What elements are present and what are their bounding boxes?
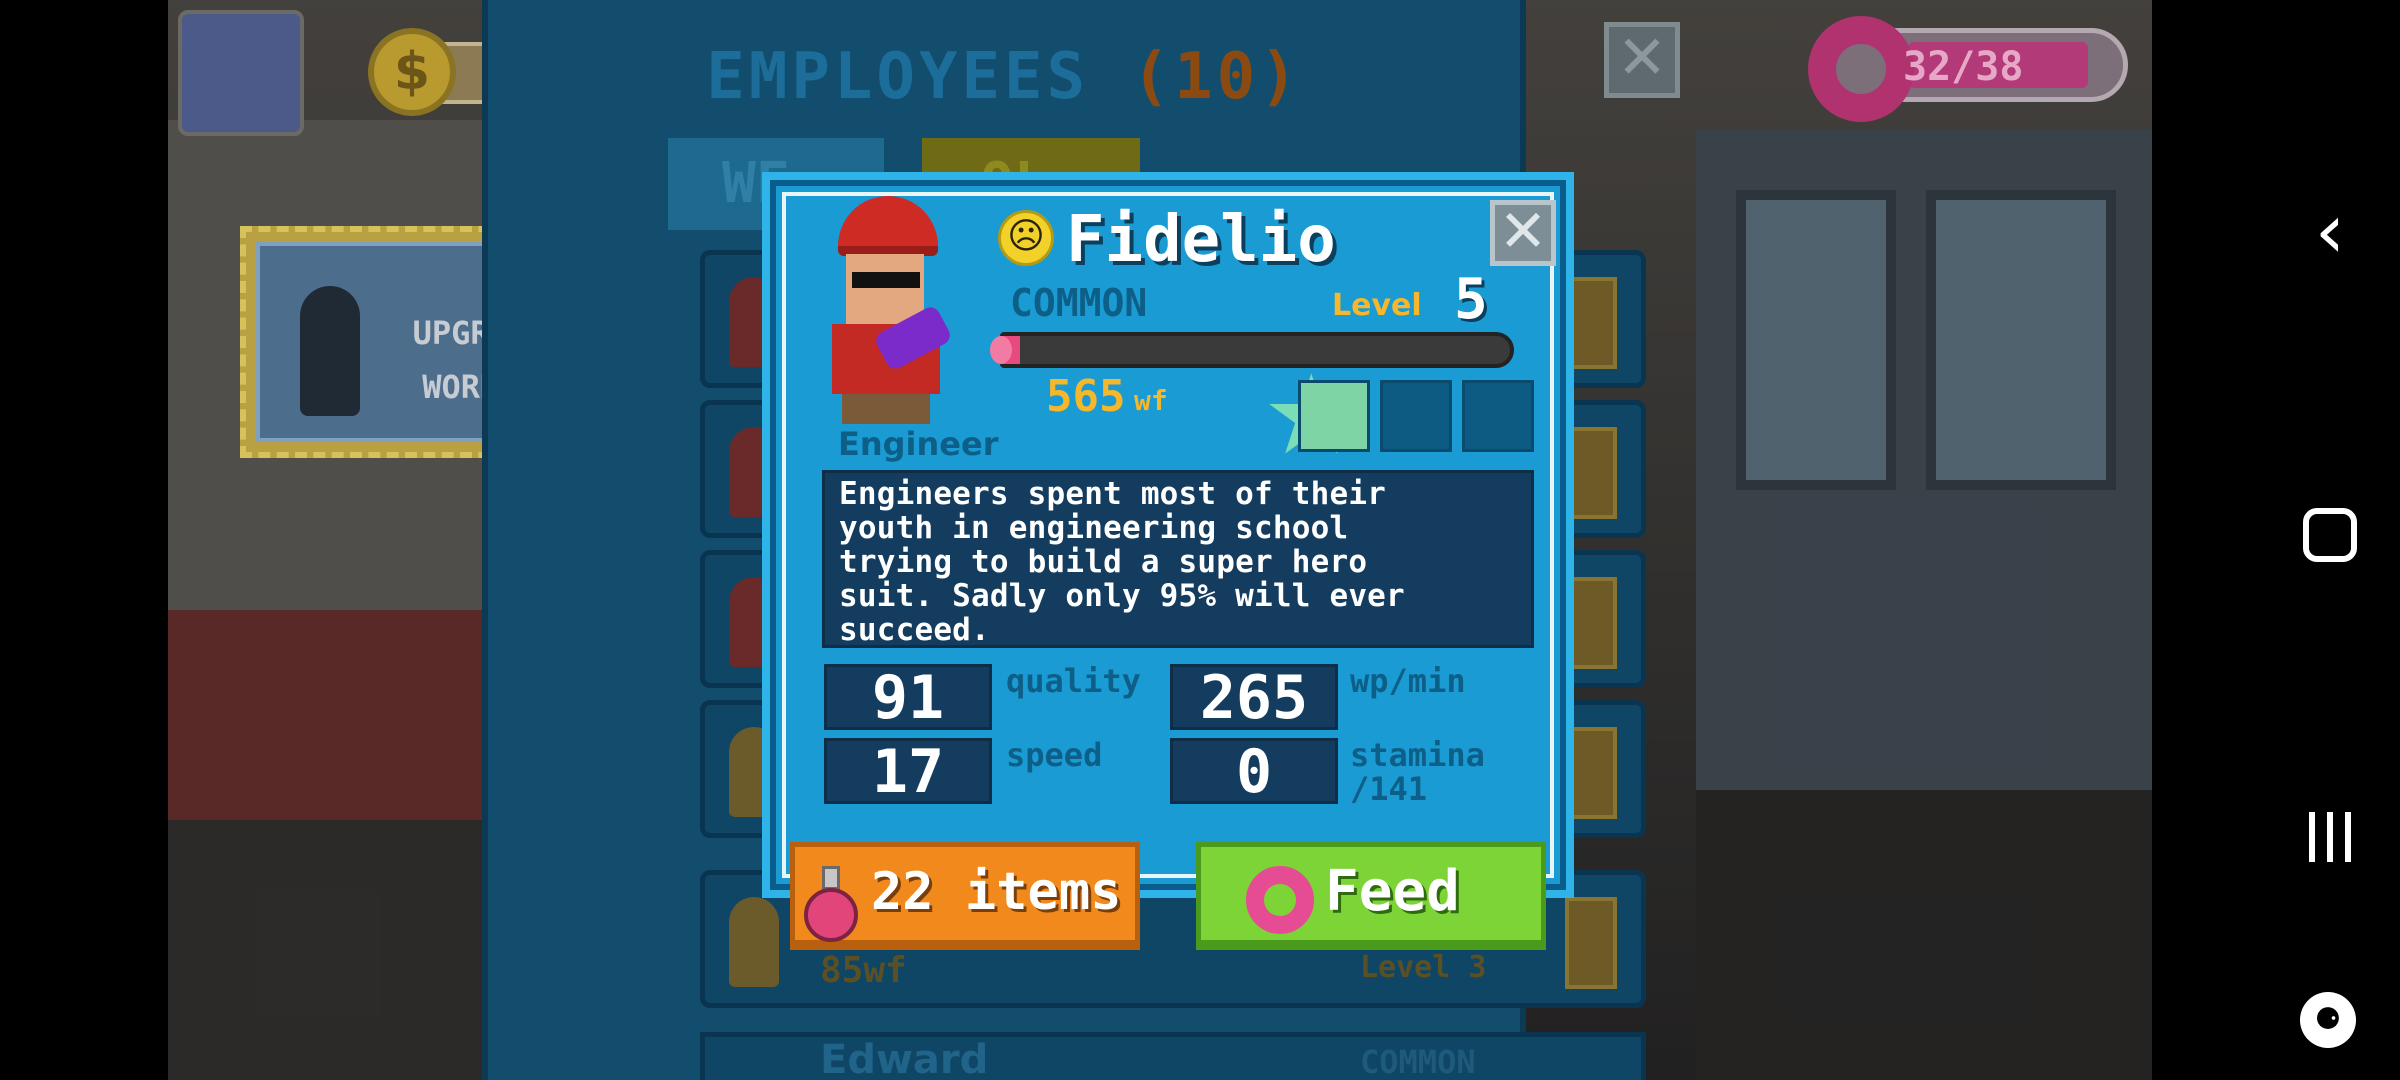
player-avatar[interactable] <box>178 10 304 136</box>
level-label: Level <box>1332 288 1422 323</box>
recent-apps-bar <box>2345 812 2351 862</box>
speed-value: 17 <box>824 738 992 804</box>
employee-rarity: COMMON <box>1010 281 1148 325</box>
level-value: 5 <box>1454 267 1488 332</box>
system-nav-bar <box>2152 0 2400 1080</box>
quality-value: 91 <box>824 664 992 730</box>
portrait-face <box>846 254 924 324</box>
employees-title: EMPLOYEES (10) <box>488 40 1520 114</box>
donut-icon <box>1246 866 1314 934</box>
star-slot-filled <box>1298 380 1370 452</box>
recent-apps-button[interactable] <box>2300 812 2360 864</box>
door-icon <box>1565 427 1617 519</box>
card-close-button[interactable]: ✕ <box>1490 200 1556 266</box>
employee-row-wf: 85wf <box>820 950 907 991</box>
recent-apps-bar <box>2309 812 2315 862</box>
sad-face-icon: ☹ <box>998 210 1054 266</box>
xp-progress-bar <box>1000 332 1514 368</box>
potion-bulb <box>804 888 858 942</box>
wp-per-min-value: 265 <box>1170 664 1338 730</box>
back-button[interactable]: ‹ <box>2290 193 2370 276</box>
workforce-value: 565 <box>1046 371 1126 422</box>
portrait-legs <box>842 394 930 424</box>
employee-name: Edward <box>820 1037 989 1080</box>
employee-rarity: COMMON <box>1360 1043 1476 1080</box>
star-slot-empty <box>1380 380 1452 452</box>
recent-apps-bar <box>2327 812 2333 862</box>
game-launcher-icon[interactable]: ⚈ <box>2300 992 2356 1048</box>
potion-icon <box>800 866 862 946</box>
door-icon <box>1565 897 1617 989</box>
worker-silhouette-icon <box>300 286 360 416</box>
employee-portrait <box>822 196 954 426</box>
employees-title-text: EMPLOYEES <box>706 40 1090 114</box>
hard-hat <box>838 196 938 256</box>
home-button[interactable] <box>2303 508 2357 562</box>
description-text: Engineers spent most of their youth in e… <box>839 476 1405 648</box>
donut-value: 32/38 <box>1903 44 2024 90</box>
sunglasses <box>852 272 920 288</box>
employees-close-button[interactable]: ✕ <box>1604 22 1680 98</box>
coin-icon: $ <box>368 28 456 116</box>
wp-per-min-label: wp/min <box>1350 662 1466 700</box>
quality-label: quality <box>1006 662 1141 700</box>
star-slot-empty <box>1462 380 1534 452</box>
donut-icon <box>1808 16 1914 122</box>
door-icon <box>1565 577 1617 669</box>
potion-neck <box>822 866 840 890</box>
xp-progress-marker <box>990 336 1012 364</box>
door-icon <box>1565 727 1617 819</box>
description-box: Engineers spent most of their youth in e… <box>822 470 1534 648</box>
stamina-value: 0 <box>1170 738 1338 804</box>
stamina-label: stamina /141 <box>1350 736 1485 808</box>
employees-count: (10) <box>1131 40 1302 114</box>
employee-row-level: Level 3 <box>1360 950 1487 985</box>
job-title: Engineer <box>838 425 999 463</box>
door-icon <box>1565 277 1617 369</box>
employee-avatar <box>729 897 779 987</box>
speed-label: speed <box>1006 736 1103 774</box>
employee-name: Fidelio <box>1066 203 1336 277</box>
workforce-unit: wf <box>1134 384 1168 417</box>
